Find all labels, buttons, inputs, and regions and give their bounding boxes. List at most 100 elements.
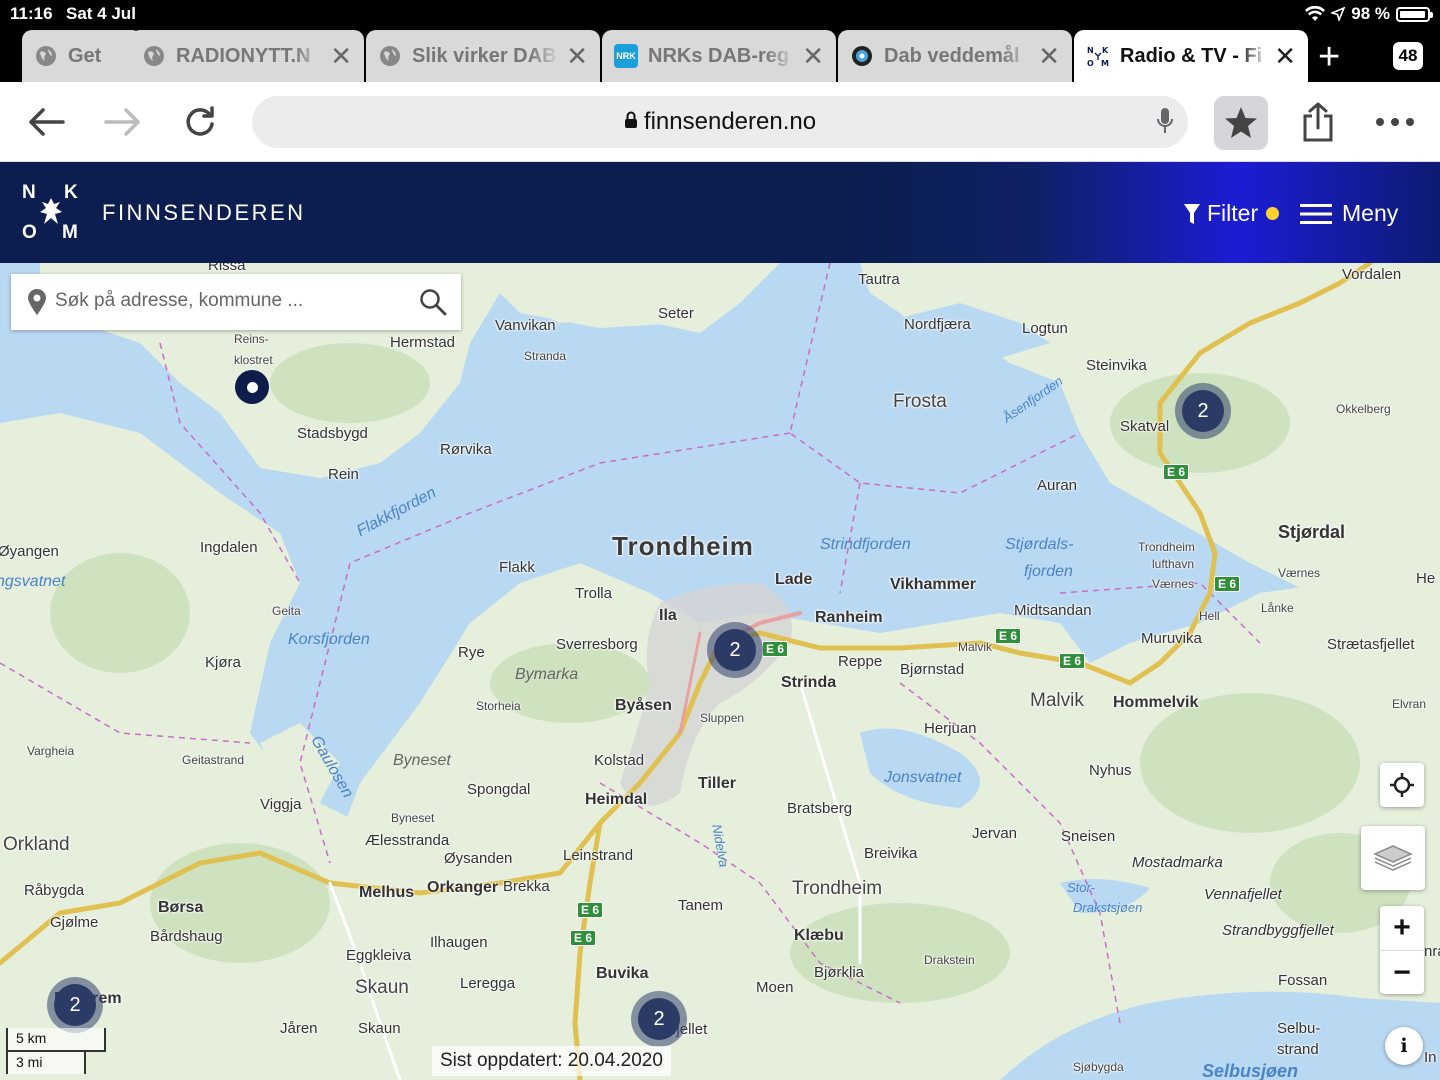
close-tab-icon[interactable]: ✕: [1038, 41, 1060, 72]
filter-button[interactable]: Filter: [1183, 200, 1280, 227]
road-badge-e6: E 6: [577, 902, 604, 918]
water-label: Stjørdals-: [1005, 536, 1074, 553]
globe-icon: [378, 44, 402, 68]
tab-title: Dab veddemål: [884, 44, 1020, 67]
tab-nrks-dab[interactable]: NRK NRKs DAB-reg ✕: [602, 30, 836, 82]
lock-icon: [624, 111, 638, 134]
place-label: Heimdal: [585, 791, 648, 808]
place-label: Malvik: [1030, 690, 1084, 711]
map-cluster-marker[interactable]: 2: [631, 991, 687, 1047]
place-label: Trolla: [575, 585, 612, 602]
place-label: Reppe: [838, 653, 883, 670]
forward-button[interactable]: [95, 94, 151, 150]
place-label: nra: [1424, 943, 1440, 960]
nkom-icon: NKOM: [1086, 44, 1110, 68]
place-label: Brekka: [503, 878, 550, 895]
place-label: Orkland: [3, 834, 70, 855]
place-label: Bjørklia: [814, 964, 865, 981]
info-button[interactable]: i: [1385, 1027, 1423, 1065]
water-label: Strindfjorden: [820, 536, 911, 553]
close-tab-icon[interactable]: ✕: [1274, 41, 1296, 72]
globe-icon: [34, 44, 58, 68]
road-badge-e6: E 6: [1214, 576, 1241, 592]
nrk-icon: NRK: [614, 44, 638, 68]
map-cluster-marker[interactable]: 2: [707, 622, 763, 678]
place-label: Geita: [272, 604, 301, 618]
place-label: Nyhus: [1089, 762, 1132, 779]
locate-me-button[interactable]: [1380, 763, 1424, 807]
reload-button[interactable]: [172, 94, 228, 150]
nkom-logo[interactable]: N K O M: [20, 182, 82, 244]
zoom-out-button[interactable]: −: [1380, 950, 1424, 994]
place-label: Orkanger: [427, 879, 499, 896]
place-label: Stranda: [524, 349, 567, 363]
water-label: Byneset: [393, 752, 451, 769]
place-label: Kjøra: [205, 654, 241, 671]
map-search-box: [11, 274, 461, 330]
url-display[interactable]: finnsenderen.no: [252, 108, 1188, 136]
place-label: Tiller: [698, 775, 736, 792]
place-label: Muruvika: [1141, 630, 1202, 647]
place-label: klostret: [234, 353, 273, 367]
place-label: Okkelberg: [1336, 402, 1391, 416]
place-label: Trondheim: [1138, 540, 1195, 554]
place-label: Geitastrand: [182, 753, 245, 767]
place-label: Bratsberg: [787, 800, 853, 817]
bookmark-button[interactable]: [1214, 96, 1268, 150]
search-icon[interactable]: [419, 288, 447, 316]
site-title: FINNSENDEREN: [102, 200, 306, 225]
hamburger-icon: [1300, 203, 1332, 224]
back-button[interactable]: [18, 94, 74, 150]
reload-icon: [186, 106, 214, 136]
place-label: Jåren: [280, 1020, 318, 1037]
more-dots-icon: [1376, 118, 1414, 126]
tab-radionytt[interactable]: RADIONYTT.N ✕: [130, 30, 364, 82]
place-label: Skaun: [355, 977, 409, 998]
place-label: In: [1424, 1049, 1437, 1066]
place-label: Byåsen: [615, 697, 672, 714]
menu-button[interactable]: Meny: [1300, 200, 1398, 227]
browser-toolbar: finnsenderen.no: [0, 82, 1440, 162]
transmitter-marker[interactable]: [235, 370, 269, 404]
zoom-in-button[interactable]: +: [1380, 906, 1424, 950]
tab-dab-veddemal[interactable]: Dab veddemål ✕: [838, 30, 1072, 82]
tab-count-button[interactable]: 48: [1393, 42, 1423, 70]
place-label: Jervan: [972, 825, 1018, 842]
place-label: Værnes: [1152, 577, 1195, 591]
address-bar[interactable]: finnsenderen.no: [252, 96, 1188, 148]
tab-radio-tv-active[interactable]: NKOM Radio & TV - Fi ✕: [1074, 30, 1308, 82]
close-tab-icon[interactable]: ✕: [802, 41, 824, 72]
place-label: Nordfjæra: [904, 316, 971, 333]
more-button[interactable]: [1367, 94, 1423, 150]
status-date: Sat 4 Jul: [66, 4, 136, 23]
place-label: Vargheia: [27, 744, 75, 758]
place-label: Ilhaugen: [430, 934, 488, 951]
map-cluster-marker[interactable]: 2: [47, 977, 103, 1033]
status-time: 11:16: [10, 4, 53, 23]
water-label: fjorden: [1024, 563, 1073, 580]
place-label: Auran: [1037, 477, 1078, 494]
place-label: Selbu-: [1277, 1020, 1321, 1037]
map-cluster-marker[interactable]: 2: [1175, 383, 1231, 439]
map-layers-button[interactable]: [1361, 826, 1425, 890]
place-label: Værnes: [1278, 566, 1321, 580]
search-input[interactable]: [55, 282, 405, 320]
road-badge-e6: E 6: [570, 930, 597, 946]
status-bar: 11:16 Sat 4 Jul 98 %: [0, 0, 1440, 28]
close-tab-icon[interactable]: ✕: [566, 41, 588, 72]
place-label: Stjørdal: [1278, 522, 1346, 542]
logo-letter: O: [22, 222, 38, 243]
microphone-icon[interactable]: [1156, 106, 1174, 141]
tab-bar: Get RADIONYTT.N ✕ Slik virker DAB ✕ NRK …: [0, 28, 1440, 82]
share-button[interactable]: [1290, 94, 1346, 150]
tab-get[interactable]: Get: [22, 30, 142, 82]
place-label: Sluppen: [700, 711, 745, 725]
place-label: Logtun: [1022, 320, 1068, 337]
place-label: Rye: [458, 644, 485, 661]
map-view[interactable]: Rissa Tautra Vordalen Seter Vanvikan Her…: [0, 263, 1440, 1080]
place-label: Malvik: [958, 640, 993, 654]
close-tab-icon[interactable]: ✕: [330, 41, 352, 72]
road-badge-e6: E 6: [762, 641, 789, 657]
tab-slik-virker-dab[interactable]: Slik virker DAB ✕: [366, 30, 600, 82]
new-tab-button[interactable]: +: [1318, 36, 1340, 79]
